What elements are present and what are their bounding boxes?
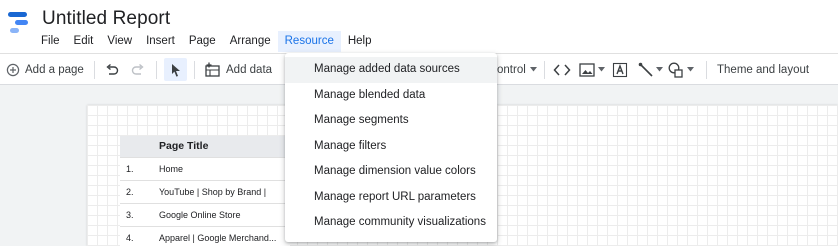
row-index: 4. — [120, 225, 152, 246]
menu-item-manage-added-data-sources[interactable]: Manage added data sources — [285, 57, 497, 83]
add-control-button[interactable]: ontrol — [497, 54, 537, 85]
resource-dropdown-menu: Manage added data sources Manage blended… — [285, 53, 497, 242]
row-page-title: Apparel | Google Merchand... — [152, 225, 290, 246]
add-page-label: Add a page — [25, 63, 84, 76]
toolbar-divider — [194, 61, 195, 79]
line-icon — [638, 62, 654, 78]
add-control-label: ontrol — [497, 63, 526, 76]
shape-icon — [667, 62, 685, 78]
menu-item-manage-community-visualizations[interactable]: Manage community visualizations — [285, 210, 497, 236]
caret-down-icon — [529, 67, 537, 72]
data-studio-logo-icon[interactable] — [7, 9, 31, 37]
menu-item-manage-filters[interactable]: Manage filters — [285, 134, 497, 160]
table-row[interactable]: 3. Google Online Store — [120, 202, 290, 226]
report-title[interactable]: Untitled Report — [42, 8, 170, 30]
line-button[interactable] — [638, 54, 663, 85]
menu-item-manage-dimension-value-colors[interactable]: Manage dimension value colors — [285, 159, 497, 185]
menu-view[interactable]: View — [100, 31, 139, 52]
table-header-index — [120, 136, 152, 157]
row-index: 2. — [120, 179, 152, 203]
toolbar-divider — [706, 61, 707, 79]
row-page-title: YouTube | Shop by Brand | — [152, 179, 290, 203]
row-page-title: Home — [152, 156, 290, 180]
text-box-icon — [612, 62, 628, 78]
undo-icon — [104, 62, 120, 78]
row-page-title: Google Online Store — [152, 202, 290, 226]
menu-item-manage-segments[interactable]: Manage segments — [285, 108, 497, 134]
report-table[interactable]: Page Title 1. Home 2. YouTube | Shop by … — [120, 136, 290, 246]
row-index: 1. — [120, 156, 152, 180]
select-tool-button[interactable] — [164, 58, 187, 81]
code-brackets-icon — [553, 63, 571, 77]
caret-down-icon — [598, 67, 605, 72]
menu-file[interactable]: File — [34, 31, 67, 52]
menu-arrange[interactable]: Arrange — [223, 31, 278, 52]
table-row[interactable]: 1. Home — [120, 156, 290, 180]
redo-button[interactable] — [130, 54, 146, 85]
caret-down-icon — [656, 67, 663, 72]
menu-bar: File Edit View Insert Page Arrange Resou… — [34, 31, 379, 52]
image-icon — [579, 62, 595, 77]
table-header-row: Page Title — [120, 136, 290, 157]
menu-page[interactable]: Page — [182, 31, 223, 52]
menu-item-manage-blended-data[interactable]: Manage blended data — [285, 83, 497, 109]
table-row[interactable]: 2. YouTube | Shop by Brand | — [120, 179, 290, 203]
redo-icon — [130, 62, 146, 78]
add-data-icon — [204, 62, 222, 78]
table-row[interactable]: 4. Apparel | Google Merchand... — [120, 225, 290, 246]
shape-button[interactable] — [667, 54, 694, 85]
row-index: 3. — [120, 202, 152, 226]
menu-item-manage-report-url-parameters[interactable]: Manage report URL parameters — [285, 185, 497, 211]
undo-button[interactable] — [104, 54, 120, 85]
theme-and-layout-button[interactable]: Theme and layout — [717, 54, 809, 85]
add-data-button[interactable]: Add data — [204, 54, 272, 85]
toolbar-divider — [544, 61, 545, 79]
toolbar-divider — [156, 61, 157, 79]
embed-code-button[interactable] — [553, 54, 571, 85]
image-button[interactable] — [579, 54, 605, 85]
menu-resource[interactable]: Resource — [277, 31, 341, 52]
add-data-label: Add data — [226, 63, 273, 76]
text-button[interactable] — [612, 54, 628, 85]
add-circle-icon — [6, 63, 20, 77]
theme-and-layout-label: Theme and layout — [717, 63, 810, 76]
toolbar-divider — [94, 61, 95, 79]
menu-insert[interactable]: Insert — [139, 31, 182, 52]
table-header-page-title[interactable]: Page Title — [152, 136, 290, 157]
menu-edit[interactable]: Edit — [67, 31, 101, 52]
add-page-button[interactable]: Add a page — [6, 54, 84, 85]
caret-down-icon — [687, 67, 694, 72]
menu-help[interactable]: Help — [341, 31, 379, 52]
cursor-arrow-icon — [170, 63, 182, 77]
